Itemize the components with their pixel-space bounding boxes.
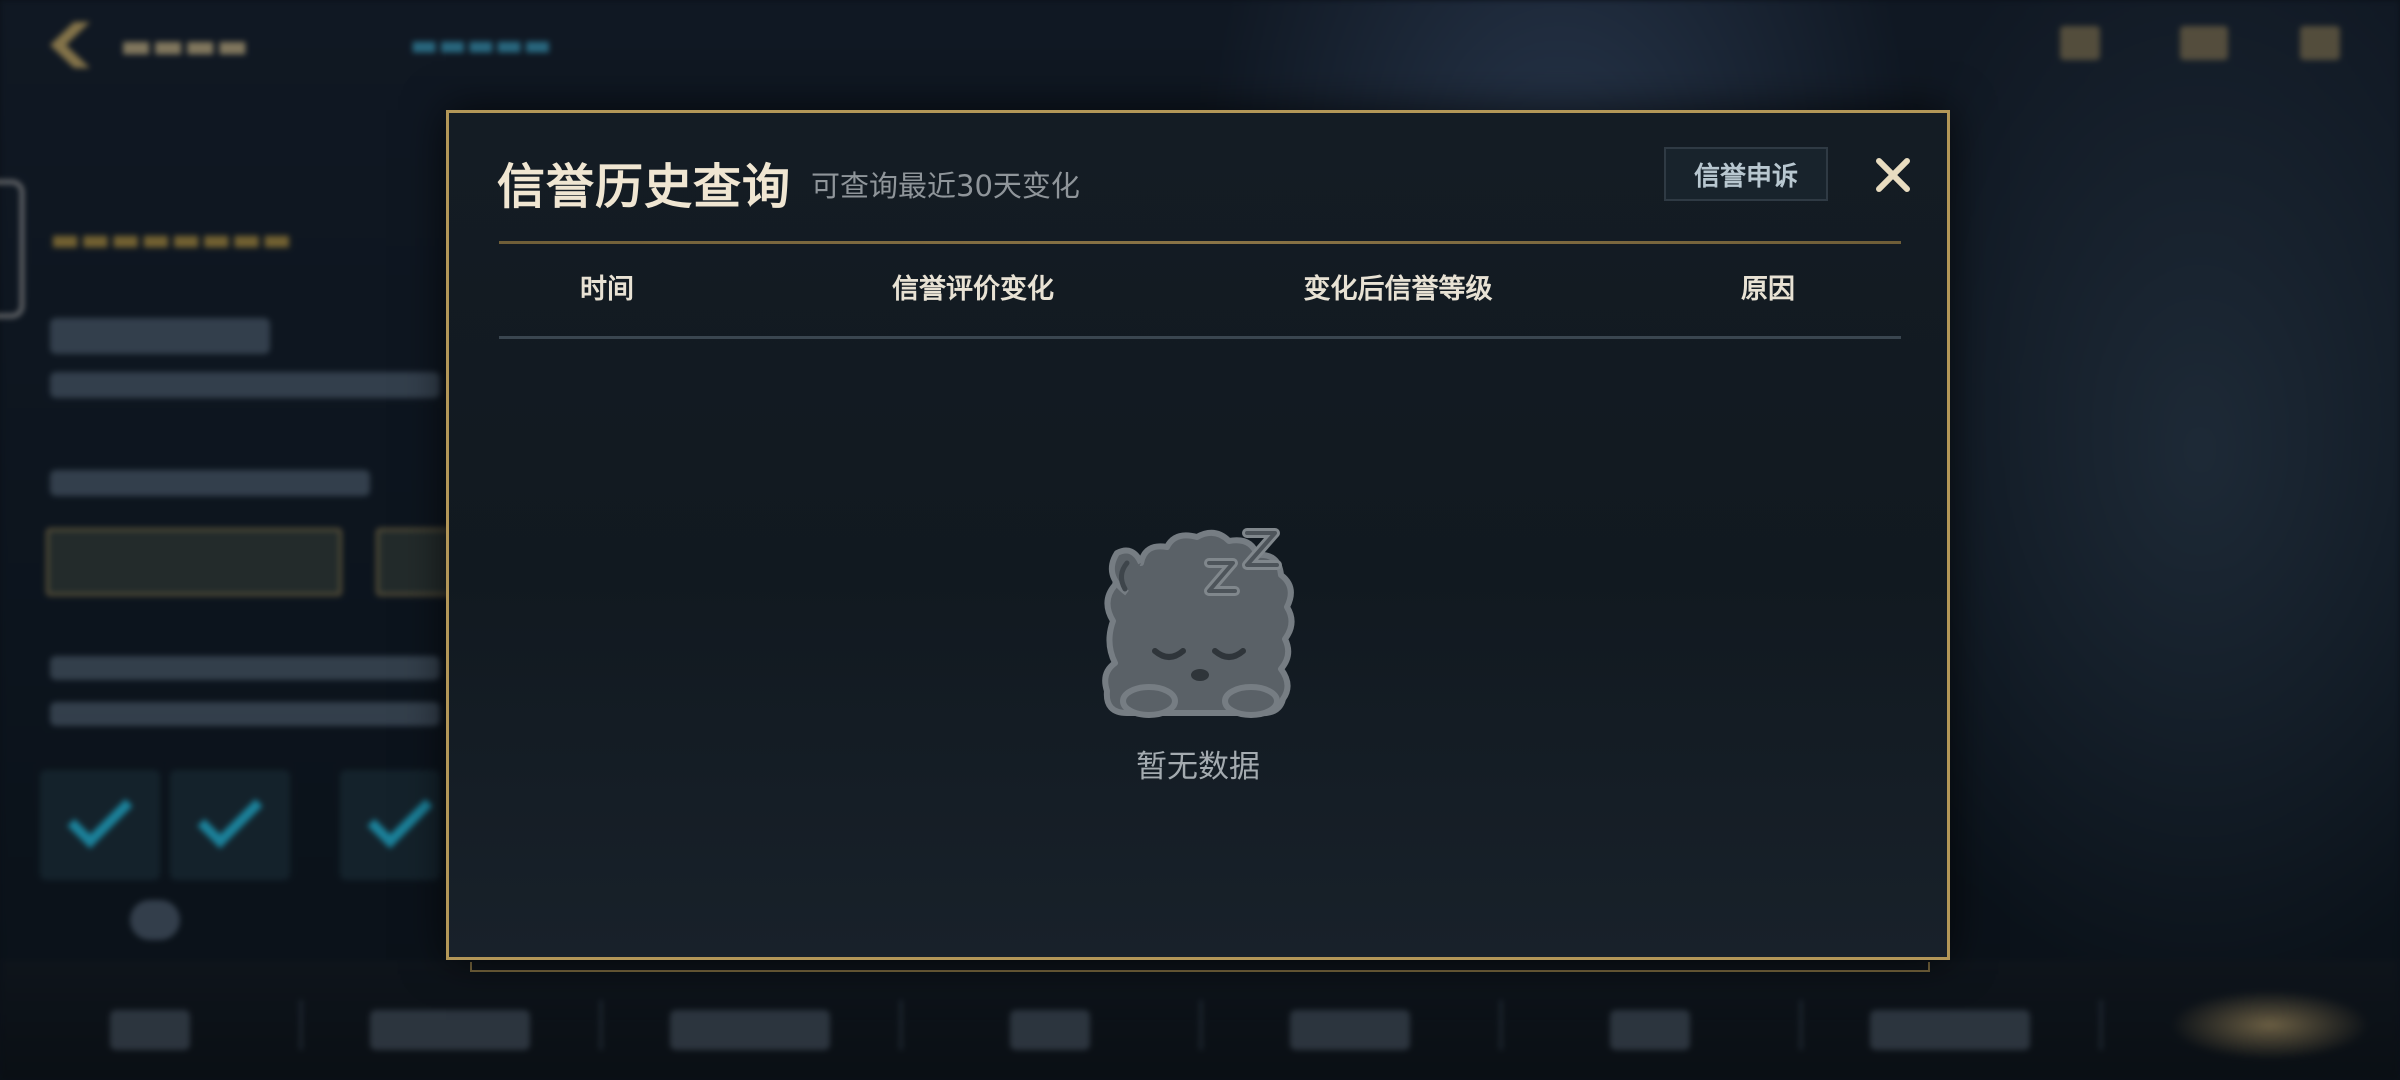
background-text-line: [50, 318, 270, 354]
background-nav-item: [1010, 1010, 1090, 1050]
table-header-divider: [499, 336, 1901, 339]
background-nav-separator: [900, 1000, 902, 1050]
empty-state: 暂无数据: [449, 523, 1947, 803]
background-card: [340, 770, 440, 880]
background-side-badge: [0, 180, 24, 318]
background-nav-separator: [1800, 1000, 1802, 1050]
check-icon: [67, 783, 133, 849]
empty-state-text: 暂无数据: [1136, 749, 1260, 785]
check-icon: [197, 783, 263, 849]
background-tab: ▬▬▬▬▬: [410, 28, 552, 63]
modal-bottom-trim: [470, 962, 1930, 972]
background-nav-item: [370, 1010, 530, 1050]
background-nav-item: [1610, 1010, 1690, 1050]
back-arrow-icon: [50, 22, 90, 68]
background-icon: [130, 900, 180, 940]
background-top-bar: ▬▬▬▬ ▬▬▬▬▬: [0, 0, 2400, 90]
credit-history-dialog: 信誉历史查询 可查询最近30天变化 信誉申诉 时间 信誉评价变化 变化后信誉等级…: [446, 110, 1950, 960]
background-top-icon: [2180, 26, 2228, 60]
background-card: [40, 770, 160, 880]
dialog-subtitle: 可查询最近30天变化: [811, 169, 1080, 203]
column-header-reason: 原因: [1741, 274, 1795, 305]
background-nav-item: [1290, 1010, 1410, 1050]
background-nav-separator: [300, 1000, 302, 1050]
background-nav-item: [110, 1010, 190, 1050]
check-icon: [367, 783, 433, 849]
background-text-line: [50, 702, 440, 726]
background-nav-separator: [2100, 1000, 2102, 1050]
background-text-line: [50, 470, 370, 496]
sleeping-mascot-icon: [1097, 523, 1301, 719]
column-header-credit-change: 信誉评价变化: [892, 274, 1054, 305]
background-top-icon: [2300, 26, 2340, 60]
background-nav-item: [1870, 1010, 2030, 1050]
background-nav-separator: [1500, 1000, 1502, 1050]
background-page-title: ▬▬▬▬: [120, 26, 249, 66]
background-nav-separator: [1200, 1000, 1202, 1050]
table-header: 时间 信誉评价变化 变化后信誉等级 原因: [499, 244, 1901, 336]
background-text-line: [50, 372, 440, 398]
column-header-time: 时间: [580, 274, 634, 305]
background-button: [46, 528, 342, 596]
background-card: [170, 770, 290, 880]
background-nav-separator: [600, 1000, 602, 1050]
credit-appeal-button[interactable]: 信誉申诉: [1664, 147, 1828, 201]
background-text-line: [50, 656, 440, 680]
background-gold-text: ▬▬▬▬▬▬▬▬: [50, 220, 292, 258]
close-icon[interactable]: [1869, 151, 1917, 199]
background-nav-active: [2170, 990, 2370, 1060]
column-header-credit-level: 变化后信誉等级: [1303, 274, 1493, 305]
background-top-icon: [2060, 26, 2100, 60]
dialog-title: 信誉历史查询: [497, 159, 792, 215]
background-nav-item: [670, 1010, 830, 1050]
